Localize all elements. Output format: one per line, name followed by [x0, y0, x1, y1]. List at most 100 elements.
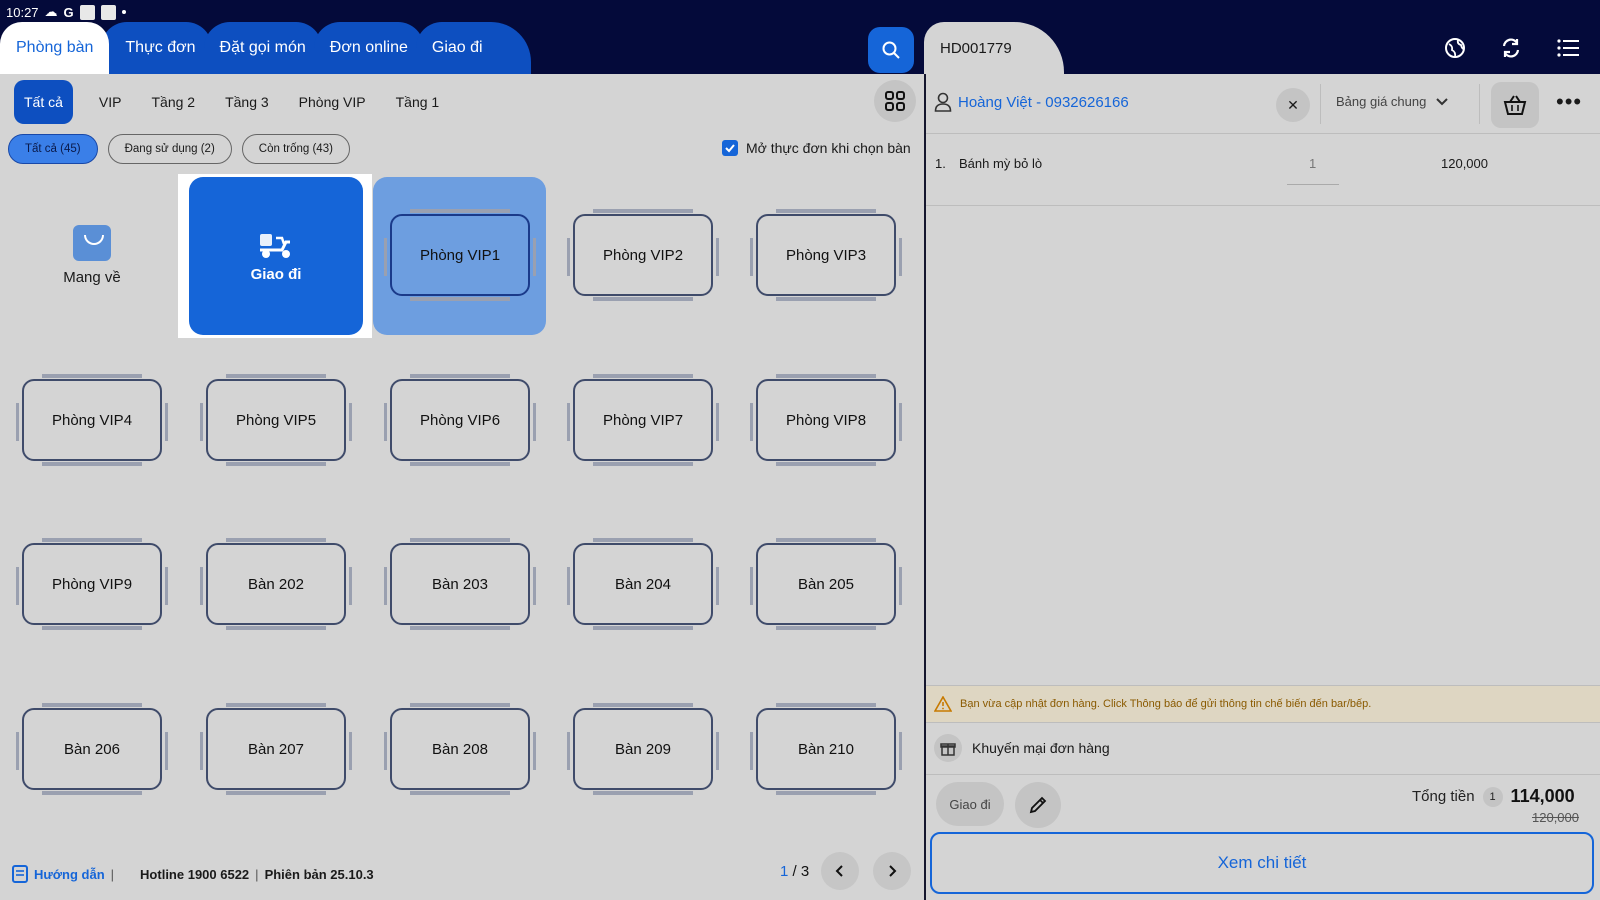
chair-mark — [165, 403, 168, 441]
page-separator: / — [792, 862, 797, 880]
tab-delivery[interactable]: Giao đi — [415, 22, 531, 74]
area-tab-all[interactable]: Tất cả — [14, 80, 73, 124]
chair-mark — [750, 732, 753, 770]
tab-tables[interactable]: Phòng bàn — [0, 22, 110, 74]
chair-mark — [349, 567, 352, 605]
guide-label: Hướng dẫn — [34, 866, 105, 882]
quantity-underline — [1287, 184, 1339, 185]
price-list-select[interactable]: Bảng giá chung — [1336, 94, 1449, 109]
list-icon — [1557, 39, 1579, 57]
table-name: Phòng VIP4 — [51, 411, 133, 429]
filter-all[interactable]: Tất cả (45) — [8, 134, 98, 164]
delivery-option-button[interactable]: Giao đi — [936, 782, 1004, 826]
table-tile[interactable]: Bàn 210 — [750, 703, 902, 795]
update-warning[interactable]: Bạn vừa cập nhật đơn hàng. Click Thông b… — [926, 686, 1600, 722]
globe-button[interactable] — [1435, 28, 1475, 68]
total-value: 114,000 — [1510, 786, 1575, 806]
chair-mark — [533, 238, 536, 276]
table-tile[interactable]: Phòng VIP4 — [16, 374, 168, 466]
view-details-button[interactable]: Xem chi tiết — [930, 832, 1594, 894]
basket-button[interactable] — [1491, 82, 1539, 128]
chair-mark — [567, 567, 570, 605]
grid-view-button[interactable] — [874, 80, 916, 122]
delivery-tile[interactable]: Giao đi — [189, 177, 363, 335]
chair-mark — [750, 403, 753, 441]
chair-mark — [899, 732, 902, 770]
filter-in-use[interactable]: Đang sử dụng (2) — [107, 134, 232, 164]
notification-icon — [100, 4, 116, 20]
page-indicator: 1 / 3 — [780, 863, 809, 880]
order-item[interactable]: 1. Bánh mỳ bỏ lò 1 120,000 — [935, 156, 1595, 185]
tab-menu[interactable]: Thực đơn — [101, 22, 212, 74]
status-bar: 10:27 ☁ G — [6, 3, 126, 21]
chair-mark — [567, 732, 570, 770]
edit-note-button[interactable] — [1015, 782, 1061, 828]
chair-mark — [533, 732, 536, 770]
open-menu-option[interactable]: Mở thực đơn khi chọn bàn — [722, 140, 911, 156]
search-button[interactable] — [868, 27, 914, 73]
open-menu-checkbox[interactable] — [722, 140, 738, 156]
table-tile[interactable]: Bàn 209 — [567, 703, 719, 795]
clear-customer-button[interactable]: ✕ — [1276, 88, 1310, 122]
area-tab-floor2[interactable]: Tầng 2 — [151, 94, 195, 110]
cloud-icon: ☁ — [44, 4, 58, 19]
hotline: Hotline 1900 6522 — [140, 866, 250, 882]
table-tile[interactable]: Phòng VIP9 — [16, 538, 168, 630]
area-tab-floor1[interactable]: Tầng 1 — [396, 94, 440, 110]
table-name: Bàn 202 — [248, 575, 304, 593]
version: Phiên bản 25.10.3 — [264, 866, 374, 882]
next-page-button[interactable] — [873, 852, 912, 890]
chair-mark — [16, 567, 19, 605]
chair-mark — [567, 238, 570, 276]
chevron-right-icon — [889, 865, 897, 877]
tab-online[interactable]: Đơn online — [313, 22, 424, 74]
table-tile[interactable]: Phòng VIP2 — [567, 209, 719, 301]
separator — [926, 205, 1600, 206]
more-options-button[interactable]: ••• — [1556, 91, 1582, 113]
table-name: Bàn 205 — [798, 575, 854, 593]
order-tab[interactable]: HD001779 — [924, 22, 1064, 74]
menu-list-button[interactable] — [1548, 28, 1588, 68]
table-tile[interactable]: Phòng VIP5 — [200, 374, 352, 466]
table-tile[interactable]: Phòng VIP1 — [384, 209, 536, 301]
delivery-scooter-icon — [260, 233, 290, 258]
chair-mark — [165, 732, 168, 770]
panel-divider — [924, 74, 926, 900]
area-tab-floor3[interactable]: Tầng 3 — [225, 94, 269, 110]
prev-page-button[interactable] — [821, 852, 860, 890]
filter-available[interactable]: Còn trống (43) — [241, 134, 350, 164]
table-tile[interactable]: Phòng VIP7 — [567, 374, 719, 466]
table-tile[interactable]: Phòng VIP8 — [750, 374, 902, 466]
separator — [926, 722, 1600, 723]
pencil-icon — [1029, 796, 1047, 814]
table-tile[interactable]: Bàn 208 — [384, 703, 536, 795]
table-tile[interactable]: Bàn 206 — [16, 703, 168, 795]
order-promotion[interactable]: Khuyến mại đơn hàng — [934, 734, 1110, 762]
grid-icon — [885, 91, 905, 111]
tab-orders[interactable]: Đặt gọi món — [203, 22, 322, 74]
area-tab-vip-room[interactable]: Phòng VIP — [299, 94, 366, 110]
chair-mark — [533, 567, 536, 605]
check-icon — [725, 144, 735, 153]
table-tile[interactable]: Phòng VIP3 — [750, 209, 902, 301]
sync-button[interactable] — [1491, 28, 1531, 68]
item-quantity[interactable]: 1 — [1309, 156, 1316, 171]
item-price: 120,000 — [1441, 156, 1488, 171]
table-name: Phòng VIP5 — [235, 411, 317, 429]
chair-mark — [384, 567, 387, 605]
table-tile[interactable]: Bàn 203 — [384, 538, 536, 630]
table-tile[interactable]: Phòng VIP6 — [384, 374, 536, 466]
separator — [1479, 84, 1480, 124]
google-icon: G — [63, 4, 74, 20]
takeaway-tile[interactable]: Mang về — [22, 210, 162, 300]
table-tile[interactable]: Bàn 202 — [200, 538, 352, 630]
table-tile[interactable]: Bàn 205 — [750, 538, 902, 630]
customer-field[interactable]: Hoàng Việt - 0932626166 — [934, 80, 1274, 124]
guide-link[interactable]: Hướng dẫn — [10, 864, 105, 884]
table-tile[interactable]: Bàn 207 — [200, 703, 352, 795]
footer-separator: | — [110, 866, 115, 882]
total-label: Tổng tiền — [1412, 788, 1475, 805]
order-total: Tổng tiền 1 114,000 — [1412, 786, 1575, 807]
table-tile[interactable]: Bàn 204 — [567, 538, 719, 630]
area-tab-vip[interactable]: VIP — [99, 94, 122, 110]
